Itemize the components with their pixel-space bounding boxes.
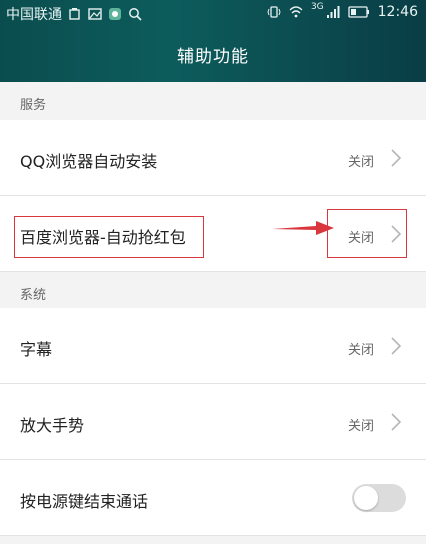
search-icon [128,7,142,21]
row-value: 关闭 [347,419,374,434]
row-label: 放大手势 [20,416,85,435]
carrier-name: 中国联通 [6,7,62,23]
toggle-knob [354,486,378,510]
clock: 12:46 [377,4,418,20]
gallery-icon [88,7,102,21]
battery-saver-icon [68,7,82,21]
row-label: 百度浏览器-自动抢红包 [20,228,186,247]
row-label: QQ浏览器自动安装 [20,152,158,171]
annotation-arrow-icon [272,221,334,235]
section-title: 系统 [20,288,47,303]
app-header: 中国联通 3G 12:46 辅助功能 [0,0,426,82]
page-title: 辅助功能 [177,47,249,67]
row-value: 关闭 [347,155,374,170]
chevron-right-icon [390,412,402,432]
section-header-services: 服务 [0,82,426,120]
power-button-ends-call-toggle[interactable] [352,484,406,512]
status-bar: 中国联通 3G 12:46 [0,0,426,26]
battery-icon [347,5,370,19]
section-header-system: 系统 [0,272,426,310]
list-item-captions[interactable]: 字幕 关闭 [0,308,426,384]
vibrate-icon [267,5,281,19]
row-label: 字幕 [20,340,53,359]
section-title: 服务 [20,98,47,113]
list-item-magnification-gestures[interactable]: 放大手势 关闭 [0,384,426,460]
list-item-baidu-red-packet[interactable]: 百度浏览器-自动抢红包 关闭 [0,196,426,272]
list-item-qq-browser-install[interactable]: QQ浏览器自动安装 关闭 [0,120,426,196]
chevron-right-icon [390,148,402,168]
row-value: 关闭 [347,343,374,358]
app-notification-icon [108,7,122,21]
chevron-right-icon [390,224,402,244]
network-type: 3G [310,2,324,12]
row-value: 关闭 [347,231,374,246]
row-label: 按电源键结束通话 [20,492,149,511]
wifi-icon [289,5,303,19]
list-item-power-button-ends-call[interactable]: 按电源键结束通话 [0,460,426,536]
chevron-right-icon [390,336,402,356]
signal-icon [326,5,340,19]
